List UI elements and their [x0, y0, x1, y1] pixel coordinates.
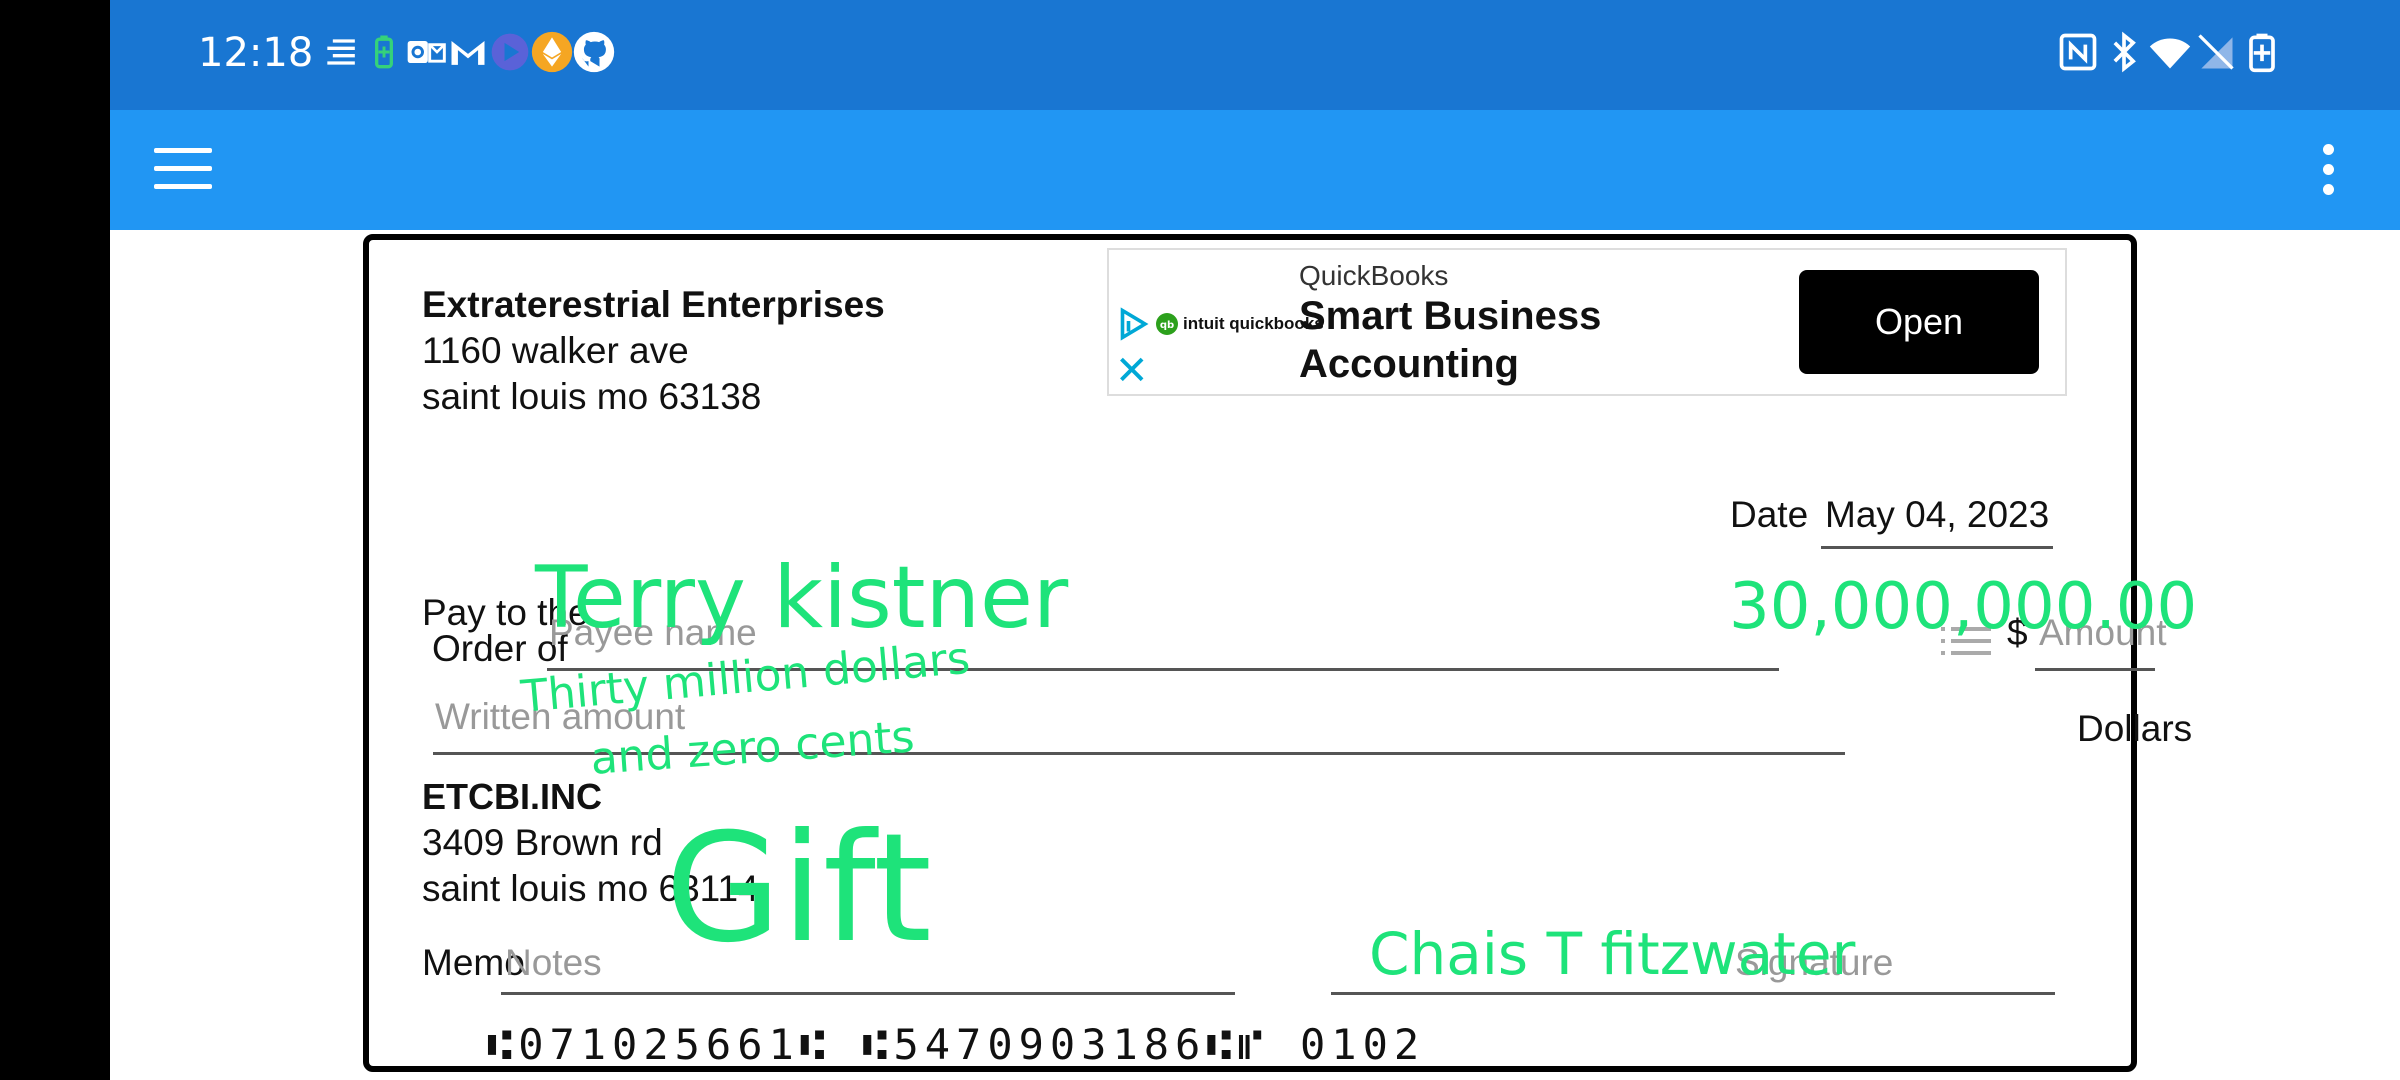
- screen: 12:18 Extraterestrial Enterprises 1160 w…: [110, 0, 2400, 1080]
- date-underline: [1821, 546, 2053, 549]
- amount-handwriting: 30,000,000.00: [1729, 570, 2198, 644]
- amount-underline: [2035, 668, 2155, 671]
- ad-open-button[interactable]: Open: [1799, 270, 2039, 374]
- payee-handwriting: Terry kistner: [535, 548, 1069, 648]
- outlook-icon: [404, 30, 448, 74]
- bank-name: ETCBI.INC: [422, 776, 602, 817]
- wifi-icon: [2148, 30, 2192, 74]
- payer-address-2: saint louis mo 63138: [422, 376, 762, 417]
- nfc-icon: [2056, 30, 2100, 74]
- svg-text:qb: qb: [1160, 320, 1174, 331]
- ad-banner[interactable]: qb intuit quickbooks ✕ QuickBooks Smart …: [1107, 248, 2067, 396]
- memo-handwriting: Gift: [665, 802, 932, 976]
- ad-choices-icon[interactable]: [1115, 306, 1151, 347]
- bank-address-1: 3409 Brown rd: [422, 822, 663, 863]
- more-vert-icon[interactable]: [2320, 144, 2336, 196]
- battery-charging-icon: [2240, 30, 2284, 74]
- hamburger-icon[interactable]: [154, 148, 212, 192]
- ad-headline-1: Smart Business: [1299, 294, 1602, 338]
- clock: 12:18: [198, 30, 314, 76]
- micr-line: ⑆071025661⑆ ⑆5470903186⑆⑈ 0102: [487, 1020, 1426, 1069]
- dollars-label: Dollars: [2077, 708, 2193, 749]
- memo-underline: [501, 992, 1235, 995]
- ethereum-icon: [530, 30, 574, 74]
- payer-address-1: 1160 walker ave: [422, 330, 689, 371]
- signature-handwriting: Chais T fitzwater: [1369, 920, 1856, 988]
- ad-headline-2: Accounting: [1299, 342, 1519, 386]
- bluetooth-icon: [2102, 30, 2146, 74]
- date-label: Date: [1730, 494, 1809, 535]
- check-form: Extraterestrial Enterprises 1160 walker …: [363, 234, 2197, 1072]
- payer-name: Extraterestrial Enterprises: [422, 284, 885, 325]
- notification-lines-icon: [320, 30, 364, 74]
- signature-underline: [1331, 992, 2055, 995]
- no-sim-icon: [2194, 30, 2238, 74]
- play-icon: [488, 30, 532, 74]
- memo-input[interactable]: Notes: [505, 942, 602, 984]
- date-field[interactable]: May 04, 2023: [1825, 494, 2049, 536]
- github-icon: [572, 30, 616, 74]
- ad-advertiser: QuickBooks: [1299, 260, 1449, 291]
- battery-saver-icon: [362, 30, 406, 74]
- gmail-icon: [446, 30, 490, 74]
- status-bar: 12:18: [110, 0, 2400, 110]
- ad-close-icon[interactable]: ✕: [1115, 348, 1149, 394]
- app-bar: [110, 110, 2400, 230]
